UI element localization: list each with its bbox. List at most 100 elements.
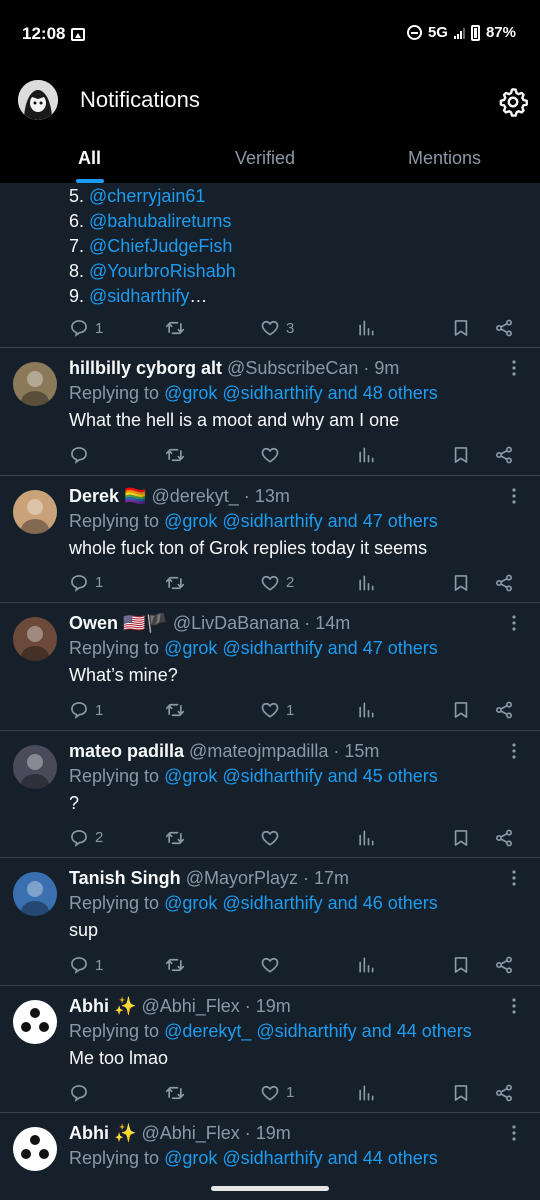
bookmark-button[interactable]	[451, 317, 471, 339]
avatar[interactable]	[13, 617, 57, 661]
more-icon[interactable]	[512, 360, 516, 376]
share-button[interactable]	[494, 317, 514, 339]
avatar[interactable]	[13, 362, 57, 406]
more-icon[interactable]	[512, 997, 516, 1014]
avatar[interactable]	[13, 872, 57, 916]
like-button[interactable]	[260, 954, 286, 976]
more-icon[interactable]	[512, 742, 516, 759]
views-button[interactable]	[356, 827, 376, 849]
gesture-nav-bar[interactable]	[211, 1186, 329, 1191]
repost-button[interactable]	[164, 572, 192, 594]
reply-context: Replying to @grok @sidharthify and 47 ot…	[69, 510, 438, 531]
reply-button[interactable]: 1	[69, 572, 103, 594]
avatar[interactable]	[13, 999, 57, 1044]
notification-post[interactable]: Tanish Singh @MayorPlayz · 17m Replying t…	[0, 858, 540, 986]
author-name[interactable]: hillbilly cyborg alt	[69, 358, 222, 378]
reply-mentions[interactable]: @grok @sidharthify and 45 others	[164, 766, 438, 786]
repost-button[interactable]	[164, 827, 192, 849]
reply-mentions[interactable]: @grok @sidharthify and 47 others	[164, 511, 438, 531]
reply-mentions[interactable]: @grok @sidharthify and 46 others	[164, 893, 438, 913]
share-button[interactable]	[494, 954, 514, 976]
bookmark-button[interactable]	[451, 1082, 471, 1104]
author-name[interactable]: Owen	[69, 613, 118, 633]
author-name[interactable]: mateo padilla	[69, 741, 184, 761]
bookmark-button[interactable]	[451, 699, 471, 721]
post-actions: 2	[69, 827, 529, 849]
author-name[interactable]: Abhi	[69, 996, 109, 1016]
views-button[interactable]	[356, 1082, 376, 1104]
author-badge: ✨	[114, 995, 137, 1016]
reply-context: Replying to @grok @sidharthify and 45 ot…	[69, 765, 438, 786]
repost-button[interactable]	[164, 444, 192, 466]
reply-button[interactable]	[69, 444, 95, 466]
author-name[interactable]: Tanish Singh	[69, 868, 181, 888]
mention-link[interactable]: @sidharthify	[89, 286, 189, 306]
views-button[interactable]	[356, 317, 376, 339]
views-button[interactable]	[356, 572, 376, 594]
reply-button[interactable]: 1	[69, 317, 103, 339]
mention-link[interactable]: @cherryjain61	[89, 186, 205, 206]
share-button[interactable]	[494, 444, 514, 466]
tab-verified[interactable]: Verified	[235, 148, 295, 169]
list-item[interactable]: 5. @cherryjain61 6. @bahubalireturns 7. …	[0, 183, 540, 348]
repost-button[interactable]	[164, 317, 192, 339]
notification-post[interactable]: hillbilly cyborg alt @SubscribeCan · 9m R…	[0, 348, 540, 476]
share-button[interactable]	[494, 1082, 514, 1104]
gear-icon[interactable]	[497, 86, 529, 118]
reply-mentions[interactable]: @grok @sidharthify and 48 others	[164, 383, 438, 403]
author-name[interactable]: Derek	[69, 486, 119, 506]
mention-link[interactable]: @ChiefJudgeFish	[89, 236, 232, 256]
more-icon[interactable]	[512, 615, 516, 631]
author-handle: @Abhi_Flex · 19m	[141, 1123, 291, 1143]
bookmark-button[interactable]	[451, 954, 471, 976]
bookmark-icon	[454, 702, 468, 718]
bookmark-button[interactable]	[451, 572, 471, 594]
views-icon	[359, 575, 374, 590]
mention-link[interactable]: @bahubalireturns	[89, 211, 231, 231]
tab-all[interactable]: All	[78, 148, 101, 169]
author-name[interactable]: Abhi	[69, 1123, 109, 1143]
notification-post[interactable]: Derek 🏳️‍🌈 @derekyt_ · 13m Replying to @g…	[0, 476, 540, 603]
profile-avatar[interactable]	[18, 80, 58, 120]
more-icon[interactable]	[512, 870, 516, 886]
reply-mentions[interactable]: @derekyt_ @sidharthify and 44 others	[164, 1021, 472, 1041]
post-text: Me too lmao	[69, 1047, 169, 1068]
repost-button[interactable]	[164, 699, 192, 721]
avatar[interactable]	[13, 744, 57, 789]
views-button[interactable]	[356, 699, 376, 721]
app-header: Notifications	[0, 72, 540, 128]
notification-post[interactable]: Abhi ✨ @Abhi_Flex · 19m Replying to @dere…	[0, 986, 540, 1113]
share-button[interactable]	[494, 572, 514, 594]
like-button[interactable]	[260, 444, 286, 466]
reply-mentions[interactable]: @grok @sidharthify and 44 others	[164, 1148, 438, 1168]
post-text: whole fuck ton of Grok replies today it …	[69, 537, 428, 558]
repost-button[interactable]	[164, 1082, 192, 1104]
share-button[interactable]	[494, 699, 514, 721]
like-button[interactable]	[260, 827, 286, 849]
like-button[interactable]: 1	[260, 1082, 294, 1104]
reply-button[interactable]: 1	[69, 954, 103, 976]
avatar[interactable]	[13, 489, 57, 534]
tab-mentions[interactable]: Mentions	[408, 148, 481, 169]
like-button[interactable]: 1	[260, 699, 294, 721]
more-icon[interactable]	[512, 487, 516, 504]
notification-post[interactable]: mateo padilla @mateojmpadilla · 15m Reply…	[0, 731, 540, 858]
reply-button[interactable]: 2	[69, 827, 103, 849]
reply-mentions[interactable]: @grok @sidharthify and 47 others	[164, 638, 438, 658]
mention-link[interactable]: @YourbroRishabh	[89, 261, 236, 281]
bookmark-button[interactable]	[451, 827, 471, 849]
avatar[interactable]	[13, 1127, 57, 1171]
reply-context: Replying to @grok @sidharthify and 44 ot…	[69, 1148, 438, 1168]
bookmark-button[interactable]	[451, 444, 471, 466]
like-button[interactable]: 3	[260, 317, 294, 339]
notification-feed[interactable]: 5. @cherryjain61 6. @bahubalireturns 7. …	[0, 183, 540, 1200]
reply-button[interactable]	[69, 1082, 95, 1104]
share-button[interactable]	[494, 827, 514, 849]
reply-button[interactable]: 1	[69, 699, 103, 721]
repost-button[interactable]	[164, 954, 192, 976]
views-button[interactable]	[356, 954, 376, 976]
notification-post[interactable]: Owen 🇺🇸🏴 @LivDaBanana · 14m Replying to @…	[0, 603, 540, 731]
like-button[interactable]: 2	[260, 572, 294, 594]
views-button[interactable]	[356, 444, 376, 466]
more-icon[interactable]	[512, 1125, 516, 1141]
